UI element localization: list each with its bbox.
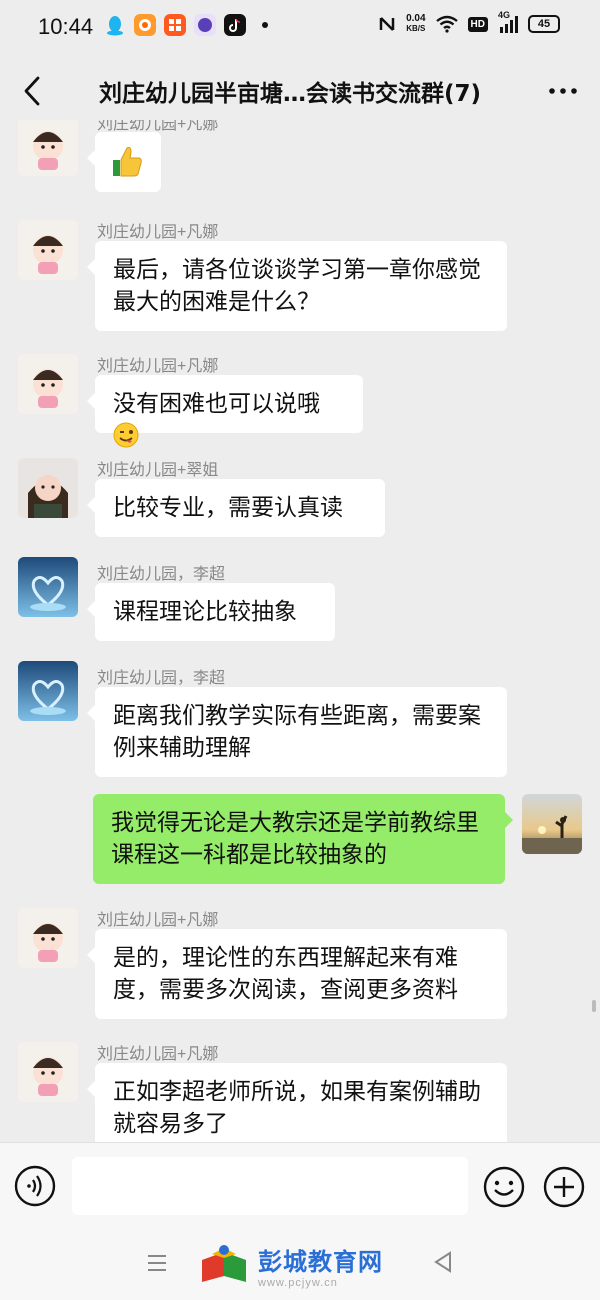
menu-icon[interactable] <box>146 1252 168 1274</box>
network-speed-unit: KB/S <box>406 24 426 33</box>
navigation-bar: 彭城教育网 www.pcjyw.cn <box>0 1230 600 1300</box>
chat-header: 刘庄幼儿园半亩塘…会读书交流群(7) <box>0 56 600 126</box>
avatar[interactable] <box>18 908 78 968</box>
message-bubble[interactable]: 最后，请各位谈谈学习第一章你感觉最大的困难是什么？ <box>87 241 507 331</box>
nfc-icon <box>379 17 395 31</box>
message-bubble[interactable]: 比较专业，需要认真读 <box>87 479 385 537</box>
avatar[interactable] <box>18 354 78 414</box>
watermark-url: www.pcjyw.cn <box>258 1276 338 1289</box>
thumbs-up-icon <box>113 147 142 177</box>
watermark-logo <box>202 1245 246 1282</box>
message-bubble-self[interactable]: 我觉得无论是大教宗还是学前教综里课程这一科都是比较抽象的 <box>93 794 513 884</box>
message-bubble[interactable]: 课程理论比较抽象 <box>87 583 335 641</box>
chat-title: 刘庄幼儿园半亩塘…会读书交流群(7) <box>98 81 482 107</box>
avatar[interactable] <box>18 220 78 280</box>
message-bubble[interactable]: 没有困难也可以说哦 <box>87 375 363 448</box>
network-speed-value: 0.04 <box>406 13 426 24</box>
watermark-name: 彭城教育网 <box>258 1247 383 1276</box>
scrollbar[interactable] <box>592 1000 596 1012</box>
message-bubble[interactable]: 距离我们教学实际有些距离，需要案例来辅助理解 <box>87 687 507 777</box>
avatar[interactable] <box>18 458 78 518</box>
my-avatar[interactable] <box>522 794 582 854</box>
taobao-icon <box>134 14 156 36</box>
status-time: 10:44 <box>38 14 94 39</box>
back-arrow-icon[interactable] <box>18 74 48 108</box>
hd-badge: HD <box>467 16 488 32</box>
app-icon-orange <box>164 14 186 36</box>
avatar[interactable] <box>18 557 78 617</box>
back-nav-icon[interactable] <box>432 1250 454 1274</box>
avatar[interactable] <box>18 1042 78 1102</box>
sender-name: 刘庄幼儿园+凡娜 <box>97 1046 219 1063</box>
sender-name: 刘庄幼儿园+翠姐 <box>97 462 219 479</box>
sender-name: 刘庄幼儿园+凡娜 <box>97 912 219 929</box>
message-bubble[interactable] <box>87 132 161 192</box>
voice-input-icon[interactable] <box>14 1165 56 1207</box>
app-icon-purple <box>194 14 216 36</box>
message-bubble[interactable]: 是的，理论性的东西理解起来有难度，需要多次阅读，查阅更多资料 <box>87 929 507 1019</box>
watermark: 彭城教育网 www.pcjyw.cn <box>198 1240 408 1290</box>
input-bar <box>0 1142 600 1230</box>
network-type: 4G <box>498 10 511 20</box>
sender-name: 刘庄幼儿园，李超 <box>97 566 226 583</box>
tiktok-icon <box>224 14 246 36</box>
wifi-icon <box>435 15 458 33</box>
more-options-icon[interactable] <box>546 76 580 106</box>
battery-indicator: 45 <box>528 15 560 33</box>
status-bar: 10:44 0.04 KB/S HD 4G 45 <box>0 0 600 56</box>
avatar[interactable] <box>18 120 78 176</box>
message-list[interactable]: 刘庄幼儿园+凡娜 刘庄幼儿园+凡娜 最后，请各位谈谈学习第一章你感觉最大的困难是… <box>0 120 600 1142</box>
emoji-icon[interactable] <box>482 1165 526 1209</box>
plus-icon[interactable] <box>542 1165 586 1209</box>
signal-indicator: 4G <box>498 10 518 34</box>
avatar[interactable] <box>18 661 78 721</box>
message-input[interactable] <box>72 1157 468 1215</box>
sender-name: 刘庄幼儿园+凡娜 <box>97 224 219 241</box>
network-speed: 0.04 KB/S <box>406 14 425 34</box>
more-notifications-dot <box>262 22 268 28</box>
notification-icons <box>104 14 268 36</box>
status-indicators: 0.04 KB/S HD 4G 45 <box>378 10 560 34</box>
sender-name: 刘庄幼儿园+凡娜 <box>97 358 219 375</box>
sender-name: 刘庄幼儿园，李超 <box>97 670 226 687</box>
winking-face-icon <box>113 422 139 448</box>
message-bubble[interactable]: 正如李超老师所说，如果有案例辅助就容易多了 <box>87 1063 507 1142</box>
message-text: 没有困难也可以说哦 <box>113 391 320 417</box>
qq-icon <box>104 14 126 36</box>
